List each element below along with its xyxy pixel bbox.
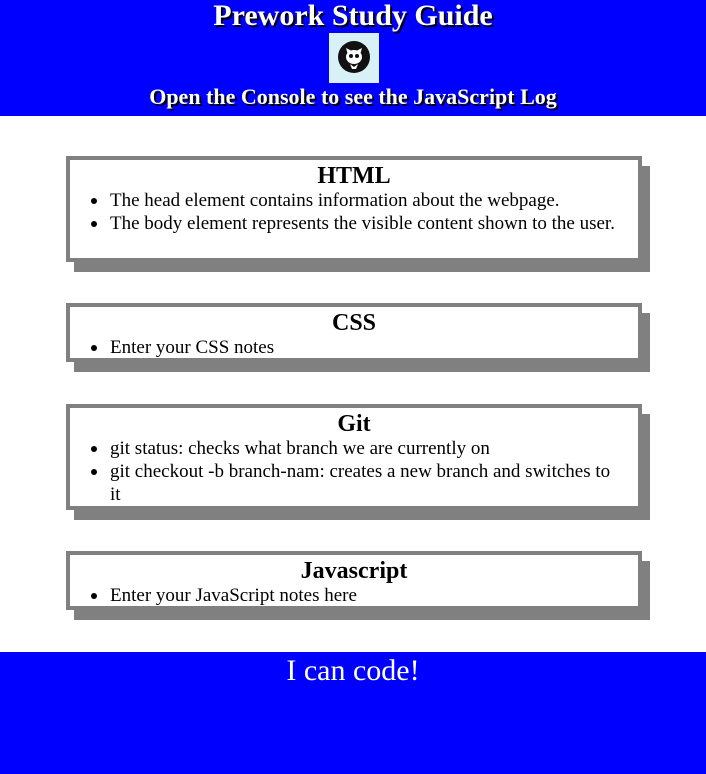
list-item: git status: checks what branch we are cu… <box>91 437 620 460</box>
page-footer: I can code! <box>0 652 706 774</box>
list-item: git checkout -b branch-nam: creates a ne… <box>91 460 620 506</box>
notes-list: git status: checks what branch we are cu… <box>70 437 638 506</box>
list-item: The head element contains information ab… <box>91 189 620 212</box>
list-item-text: git status: checks what branch we are cu… <box>110 438 490 459</box>
page-header: Prework Study Guide Open the Console to … <box>0 0 706 116</box>
section-card-git: Git git status: checks what branch we ar… <box>66 404 642 510</box>
list-item: Enter your CSS notes <box>91 336 620 359</box>
bullet-icon <box>91 446 97 452</box>
list-item: Enter your JavaScript notes here <box>91 584 620 607</box>
logo <box>329 33 379 83</box>
bullet-icon <box>91 469 97 475</box>
footer-text: I can code! <box>286 654 420 687</box>
cat-skull-icon <box>338 41 370 73</box>
notes-list: The head element contains information ab… <box>70 189 638 235</box>
section-title: Git <box>337 411 371 437</box>
list-item-text: Enter your JavaScript notes here <box>110 585 357 606</box>
bullet-icon <box>91 345 97 351</box>
section-title: HTML <box>317 163 391 189</box>
list-item-text: The head element contains information ab… <box>110 190 560 211</box>
list-item: The body element represents the visible … <box>91 212 620 235</box>
notes-list: Enter your JavaScript notes here <box>70 584 638 607</box>
notes-list: Enter your CSS notes <box>70 336 638 359</box>
section-card-html: HTML The head element contains informati… <box>66 156 642 262</box>
list-item-text: The body element represents the visible … <box>110 213 615 234</box>
page-subtitle: Open the Console to see the JavaScript L… <box>149 84 557 109</box>
bullet-icon <box>91 198 97 204</box>
section-card-javascript: Javascript Enter your JavaScript notes h… <box>66 551 642 610</box>
bullet-icon <box>91 593 97 599</box>
list-item-text: git checkout -b branch-nam: creates a ne… <box>110 461 611 505</box>
bullet-icon <box>91 221 97 227</box>
list-item-text: Enter your CSS notes <box>110 337 275 358</box>
page-title: Prework Study Guide <box>213 0 493 32</box>
section-card-css: CSS Enter your CSS notes <box>66 303 642 362</box>
section-title: Javascript <box>300 558 408 584</box>
section-title: CSS <box>331 310 377 336</box>
